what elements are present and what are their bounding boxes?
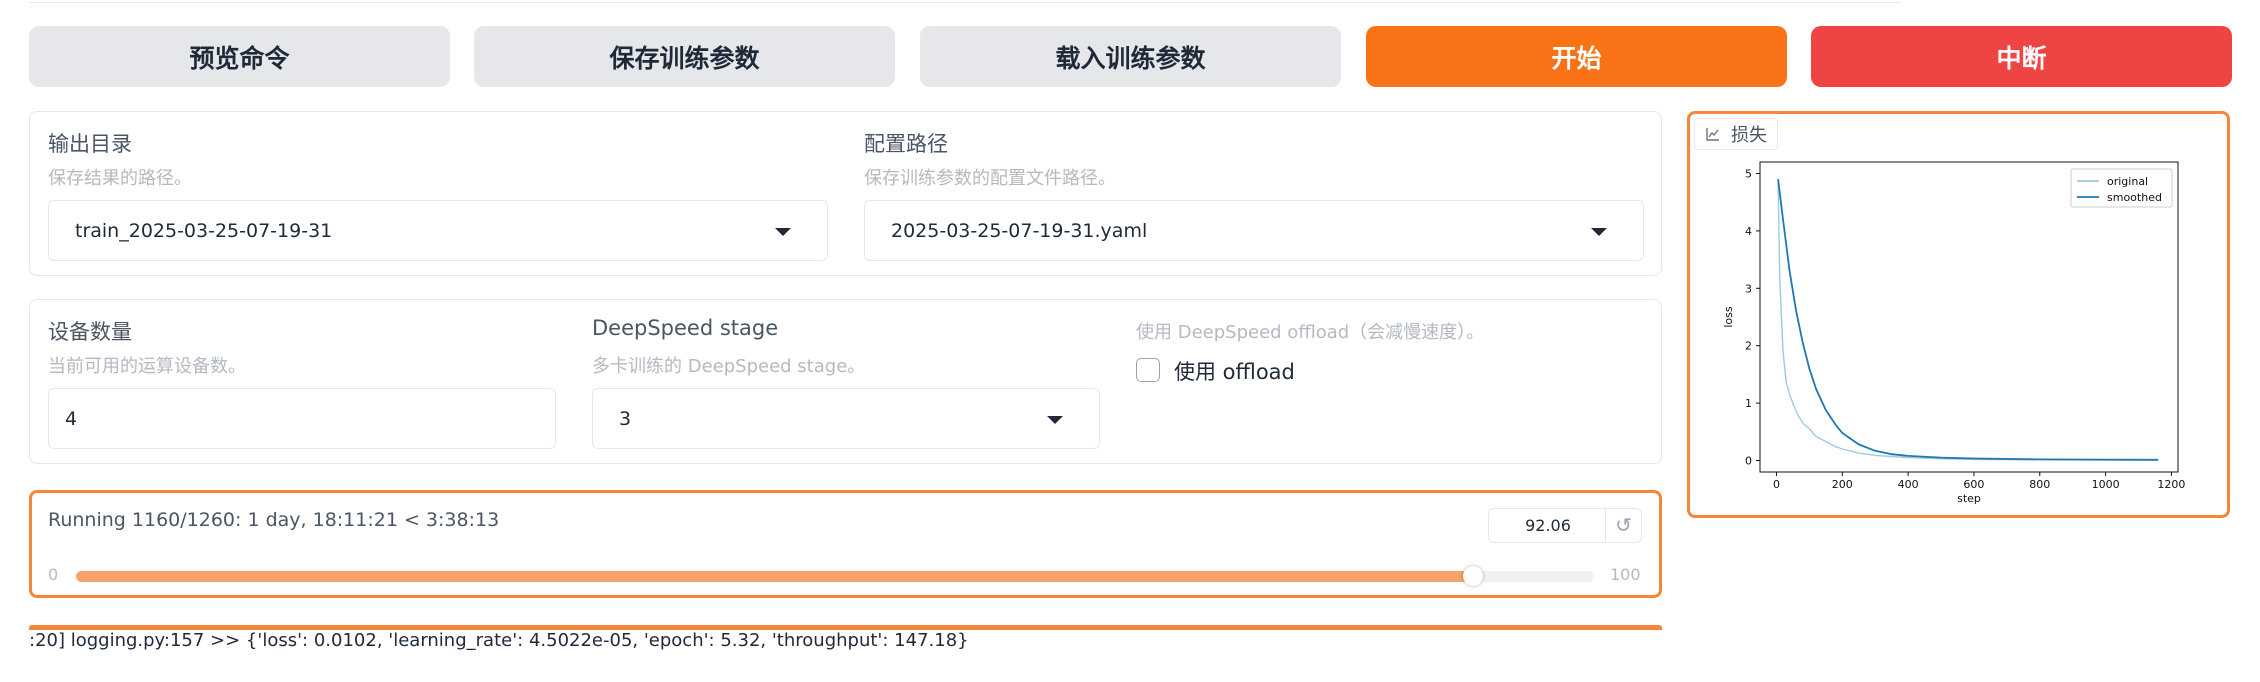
top-divider: [29, 0, 1901, 3]
x-tick-label: 800: [2029, 478, 2050, 491]
progress-status: Running 1160/1260: 1 day, 18:11:21 < 3:3…: [48, 509, 500, 531]
progress-number-box[interactable]: 92.06 ↺: [1488, 508, 1642, 543]
device-count-label: 设备数量: [48, 320, 132, 344]
x-tick-label: 1200: [2157, 478, 2185, 491]
loss-chart: 0 200 400 600 800 1000 1200 0 1 2 3 4 5 step loss origi…: [1722, 161, 2185, 505]
config-path-dropdown[interactable]: 2025-03-25-07-19-31.yaml: [864, 200, 1644, 261]
ds-offload-checkbox[interactable]: [1136, 358, 1160, 382]
x-tick-label: 0: [1773, 478, 1780, 491]
progress-value: 92.06: [1525, 516, 1571, 535]
training-log: :20] logging.py:157 >> {'loss': 0.0102, …: [29, 630, 969, 651]
y-tick-label: 2: [1745, 340, 1752, 353]
y-tick-label: 1: [1745, 397, 1752, 410]
reset-icon[interactable]: ↺: [1605, 509, 1641, 542]
chevron-down-icon: [775, 228, 791, 236]
progress-min-label: 0: [48, 565, 59, 584]
start-button[interactable]: 开始: [1366, 26, 1787, 87]
output-dir-label: 输出目录: [48, 132, 132, 156]
load-args-button[interactable]: 载入训练参数: [920, 26, 1341, 87]
legend-label: smoothed: [2107, 191, 2162, 204]
device-count-info: 当前可用的运算设备数。: [48, 356, 246, 377]
preview-command-button[interactable]: 预览命令: [29, 26, 450, 87]
ds-stage-dropdown[interactable]: 3: [592, 388, 1100, 449]
output-dir-info: 保存结果的路径。: [48, 168, 192, 189]
output-panel: 输出目录 保存结果的路径。 train_2025-03-25-07-19-31 …: [29, 111, 1662, 276]
progress-fill: [76, 571, 1474, 582]
ds-stage-info: 多卡训练的 DeepSpeed stage。: [592, 356, 866, 377]
device-count-input[interactable]: 4: [48, 388, 556, 449]
loss-plot-panel: 损失 0 200 400 600 800 1000 1200 0 1 2 3 4 5 step loss or…: [1687, 111, 2230, 518]
chevron-down-icon: [1591, 228, 1607, 236]
ds-offload-label[interactable]: 使用 offload: [1174, 356, 1295, 386]
progress-slider[interactable]: [76, 566, 1594, 586]
y-tick-label: 5: [1745, 167, 1752, 180]
save-args-button[interactable]: 保存训练参数: [474, 26, 895, 87]
x-tick-label: 600: [1963, 478, 1984, 491]
output-dir-dropdown[interactable]: train_2025-03-25-07-19-31: [48, 200, 828, 261]
y-tick-label: 3: [1745, 282, 1752, 295]
x-tick-label: 400: [1898, 478, 1919, 491]
ds-stage-label: DeepSpeed stage: [592, 316, 779, 340]
device-panel: 设备数量 当前可用的运算设备数。 4 DeepSpeed stage 多卡训练的…: [29, 299, 1662, 464]
progress-panel: Running 1160/1260: 1 day, 18:11:21 < 3:3…: [29, 490, 1662, 598]
config-path-value: 2025-03-25-07-19-31.yaml: [891, 219, 1148, 242]
y-axis-label: loss: [1722, 306, 1735, 328]
chevron-down-icon: [1047, 416, 1063, 424]
output-dir-value: train_2025-03-25-07-19-31: [75, 219, 333, 242]
device-count-value: 4: [65, 407, 78, 430]
x-axis-label: step: [1957, 492, 1981, 505]
plot-frame: [1759, 161, 2179, 473]
y-tick-label: 0: [1745, 455, 1752, 468]
slider-thumb[interactable]: [1463, 566, 1484, 586]
ds-stage-value: 3: [619, 407, 632, 430]
legend-label: original: [2107, 175, 2148, 188]
y-tick-label: 4: [1745, 225, 1752, 238]
config-path-label: 配置路径: [864, 132, 948, 156]
ds-offload-info: 使用 DeepSpeed offload（会减慢速度）。: [1136, 322, 1485, 343]
progress-max-label: 100: [1610, 565, 1641, 584]
x-tick-label: 1000: [2092, 478, 2120, 491]
config-path-info: 保存训练参数的配置文件路径。: [864, 168, 1116, 189]
x-tick-label: 200: [1832, 478, 1853, 491]
abort-button[interactable]: 中断: [1811, 26, 2232, 87]
